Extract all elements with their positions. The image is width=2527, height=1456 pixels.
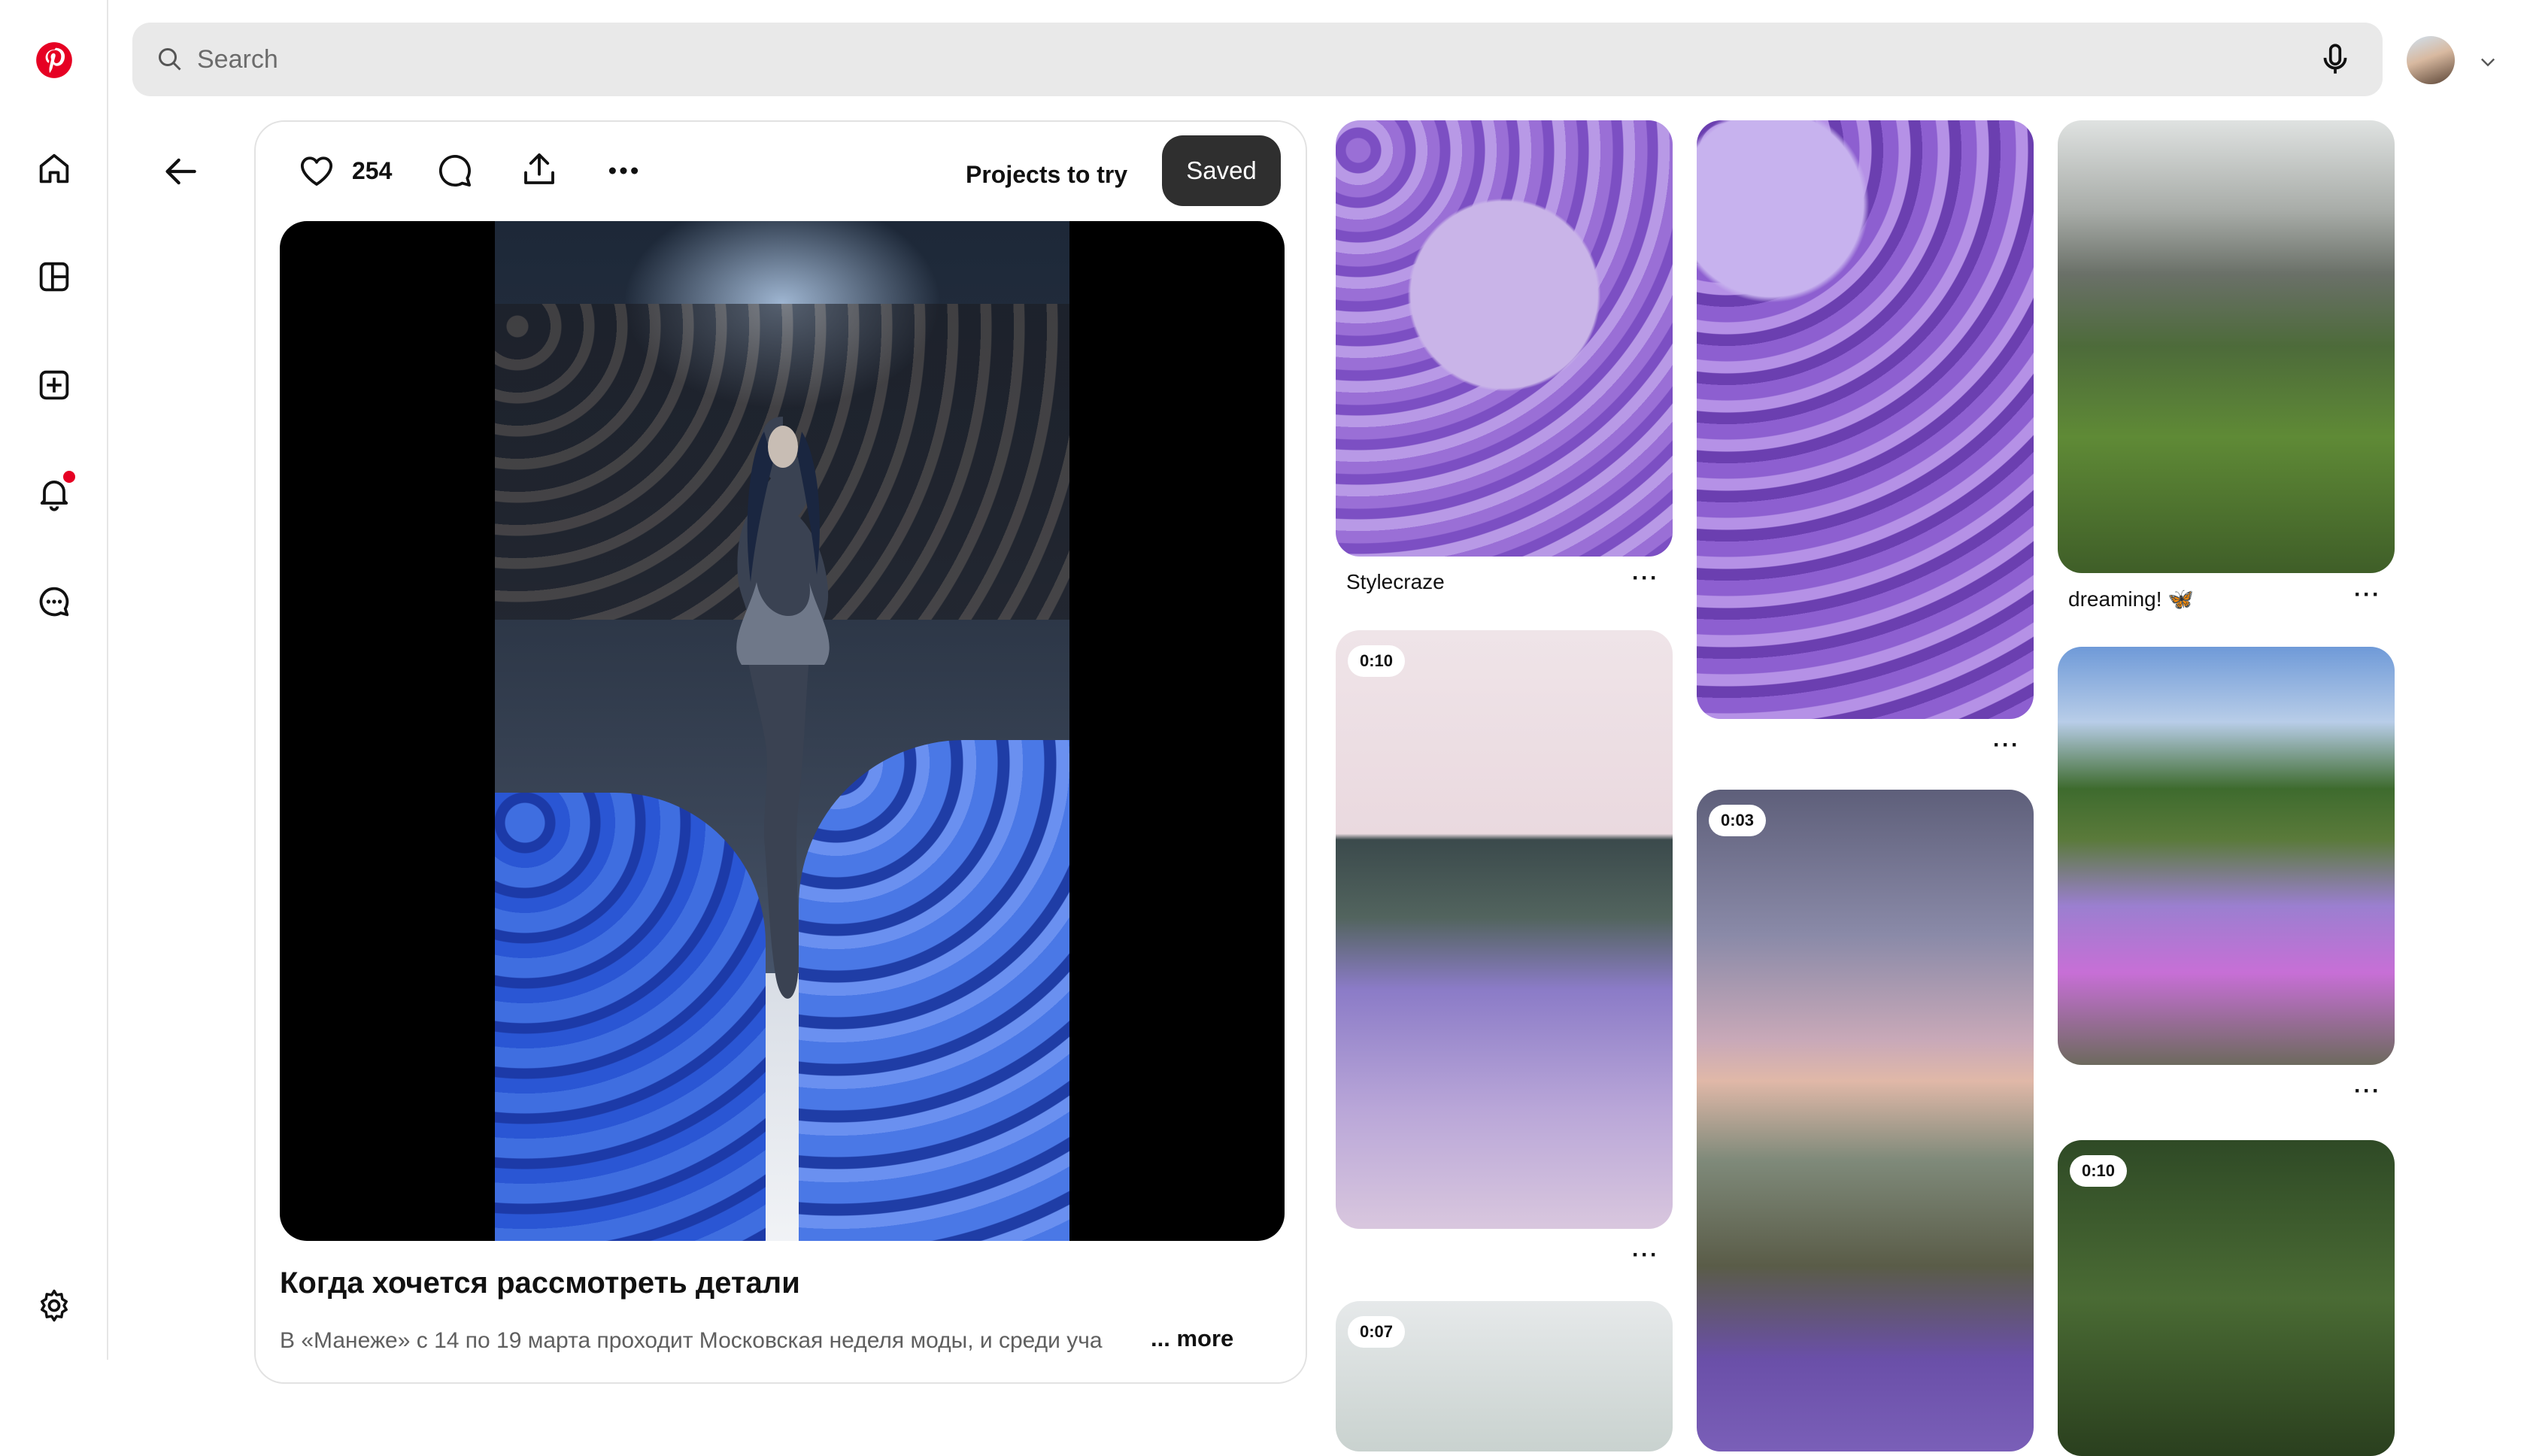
pin-more-button[interactable]: ··· xyxy=(1632,1242,1659,1268)
description-more-link[interactable]: ... more xyxy=(1151,1325,1233,1352)
pin-image xyxy=(1697,120,2034,719)
pin-more-button[interactable]: ··· xyxy=(1632,566,1659,591)
pin-detail-card: 254 Projects to try Saved Когда хочется … xyxy=(254,120,1307,1384)
chat-bubble-icon xyxy=(39,587,69,617)
like-count: 254 xyxy=(352,156,393,184)
search-bar[interactable] xyxy=(132,23,2383,96)
pin-title: Когда хочется рассмотреть детали xyxy=(280,1266,800,1300)
pin-video[interactable] xyxy=(280,221,1285,1241)
pin-image xyxy=(1336,630,1673,1229)
related-pin-video[interactable]: 0:03 xyxy=(1697,790,2034,1451)
pin-image xyxy=(1336,120,1673,557)
pin-image xyxy=(2058,1140,2395,1456)
video-duration-badge: 0:07 xyxy=(1348,1316,1406,1348)
microphone-icon[interactable] xyxy=(2316,41,2354,78)
video-duration-badge: 0:10 xyxy=(1348,645,1406,677)
pin-action-bar: 254 Projects to try Saved xyxy=(256,122,1306,227)
arrow-left-icon xyxy=(165,158,196,185)
pin-caption[interactable]: dreaming! 🦋 xyxy=(2068,587,2194,611)
notification-dot xyxy=(63,471,75,483)
related-pin-video[interactable]: 0:10 xyxy=(2058,1140,2395,1456)
pin-image xyxy=(2058,120,2395,573)
more-options-button[interactable] xyxy=(603,150,644,191)
related-pin[interactable] xyxy=(2058,120,2395,573)
search-icon xyxy=(159,48,181,71)
runway-scene xyxy=(495,221,1069,1241)
runway-model xyxy=(736,417,830,999)
gear-icon xyxy=(41,1289,68,1322)
related-pin-video[interactable]: 0:10 xyxy=(1336,630,1673,1229)
pin-image xyxy=(2058,647,2395,1065)
related-pin[interactable] xyxy=(1336,120,1673,557)
pin-caption[interactable]: Stylecraze xyxy=(1346,570,1445,594)
messages-button[interactable] xyxy=(18,566,90,638)
related-pin-video[interactable]: 0:07 xyxy=(1336,1301,1673,1451)
create-button[interactable] xyxy=(18,349,90,421)
home-icon xyxy=(39,153,69,184)
like-button[interactable]: 254 xyxy=(296,150,392,191)
explore-button[interactable] xyxy=(18,241,90,313)
left-sidebar xyxy=(0,0,108,1360)
share-upload-icon xyxy=(524,153,554,184)
search-input[interactable] xyxy=(197,44,2228,74)
saved-button[interactable]: Saved xyxy=(1162,135,1281,206)
pinterest-icon xyxy=(36,42,72,78)
home-button[interactable] xyxy=(18,132,90,205)
pinterest-logo[interactable] xyxy=(18,24,90,96)
chevron-down-icon[interactable] xyxy=(2477,51,2498,72)
comment-icon xyxy=(438,154,472,187)
heart-icon xyxy=(300,156,333,186)
pin-description: В «Манеже» с 14 по 19 марта проходит Мос… xyxy=(280,1328,1103,1353)
video-duration-badge: 0:10 xyxy=(2070,1155,2128,1187)
pin-more-button[interactable]: ··· xyxy=(1993,733,2020,758)
settings-button[interactable] xyxy=(18,1269,90,1342)
video-duration-badge: 0:03 xyxy=(1709,805,1767,836)
blue-flowers-left xyxy=(495,793,766,1241)
pin-more-button[interactable]: ··· xyxy=(2354,582,2381,608)
back-button[interactable] xyxy=(153,144,208,199)
user-avatar[interactable] xyxy=(2407,36,2455,84)
notifications-button[interactable] xyxy=(18,457,90,529)
board-selector[interactable]: Projects to try xyxy=(966,161,1127,189)
pin-more-button[interactable]: ··· xyxy=(2354,1078,2381,1104)
pin-image xyxy=(1697,790,2034,1451)
blue-flowers-right xyxy=(799,740,1069,1241)
plus-square-icon xyxy=(39,370,69,400)
ellipsis-icon xyxy=(608,167,639,174)
related-pin[interactable] xyxy=(2058,647,2395,1065)
share-button[interactable] xyxy=(519,149,560,190)
comment-button[interactable] xyxy=(435,150,475,191)
explore-grid-icon xyxy=(39,262,69,292)
related-pin[interactable] xyxy=(1697,120,2034,719)
